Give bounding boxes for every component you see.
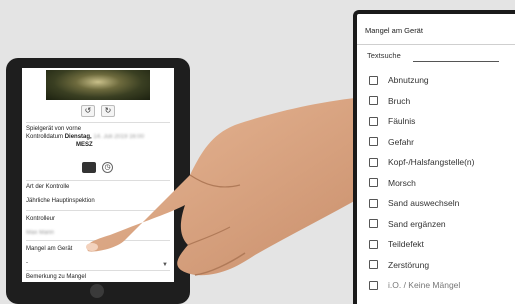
kontrolldatum-label: Kontrolldatum — [26, 134, 64, 140]
checkbox[interactable] — [369, 219, 378, 229]
list-item-label: Gefahr — [388, 136, 414, 147]
list-item[interactable]: Fäulnis — [357, 111, 515, 132]
mangel-list: Abnutzung Bruch Fäulnis Gefahr Kopf-/Halsfan… — [357, 70, 515, 296]
checkbox[interactable] — [369, 75, 378, 85]
list-item[interactable]: Sand ergänzen — [357, 214, 515, 235]
dialog-title: Mangel am Gerät — [365, 26, 423, 35]
list-item-label: Kopf-/Halsfangstelle(n) — [388, 157, 475, 168]
list-item-label: i.O. / Keine Mängel — [388, 280, 461, 291]
list-item[interactable]: Sand auswechseln — [357, 193, 515, 214]
search-label: Textsuche — [367, 51, 401, 60]
list-item[interactable]: Zerstörung — [357, 255, 515, 276]
checkbox[interactable] — [369, 137, 378, 147]
list-item-label: Teildefekt — [388, 239, 424, 250]
list-item[interactable]: Kopf-/Halsfangstelle(n) — [357, 152, 515, 173]
list-item-label: Bruch — [388, 95, 411, 106]
list-item[interactable]: Abnutzung — [357, 70, 515, 91]
mangel-label: Mangel am Gerät — [26, 246, 73, 252]
checkbox[interactable] — [369, 96, 378, 106]
mangel-select[interactable]: - — [26, 260, 28, 266]
list-item-label: Sand ergänzen — [388, 218, 446, 229]
checkbox[interactable] — [369, 116, 378, 126]
list-item[interactable]: Gefahr — [357, 132, 515, 153]
list-item-label: Morsch — [388, 177, 416, 188]
list-item-label: Sand auswechseln — [388, 198, 460, 209]
kontrolleur-value[interactable]: Max Mann — [26, 230, 54, 236]
mangel-picker-dialog: Mangel am Gerät Textsuche Abnutzung Bruch… — [353, 10, 515, 304]
art-label: Art der Kontrolle — [26, 184, 70, 190]
checkbox[interactable] — [369, 178, 378, 188]
list-item[interactable]: Bruch — [357, 91, 515, 112]
search-input[interactable] — [413, 50, 499, 62]
checkbox[interactable] — [369, 198, 378, 208]
pointing-hand-illustration — [86, 97, 365, 276]
list-item[interactable]: Morsch — [357, 173, 515, 194]
checkbox[interactable] — [369, 280, 378, 290]
list-item-label: Zerstörung — [388, 259, 430, 270]
list-item[interactable]: i.O. / Keine Mängel — [357, 275, 515, 296]
list-item[interactable]: Teildefekt — [357, 234, 515, 255]
checkbox[interactable] — [369, 260, 378, 270]
list-item-label: Fäulnis — [388, 116, 416, 127]
checkbox[interactable] — [369, 157, 378, 167]
kontrolleur-label: Kontrolleur — [26, 216, 56, 222]
home-button[interactable] — [90, 284, 104, 298]
list-item-label: Abnutzung — [388, 75, 429, 86]
checkbox[interactable] — [369, 239, 378, 249]
divider — [357, 44, 515, 45]
